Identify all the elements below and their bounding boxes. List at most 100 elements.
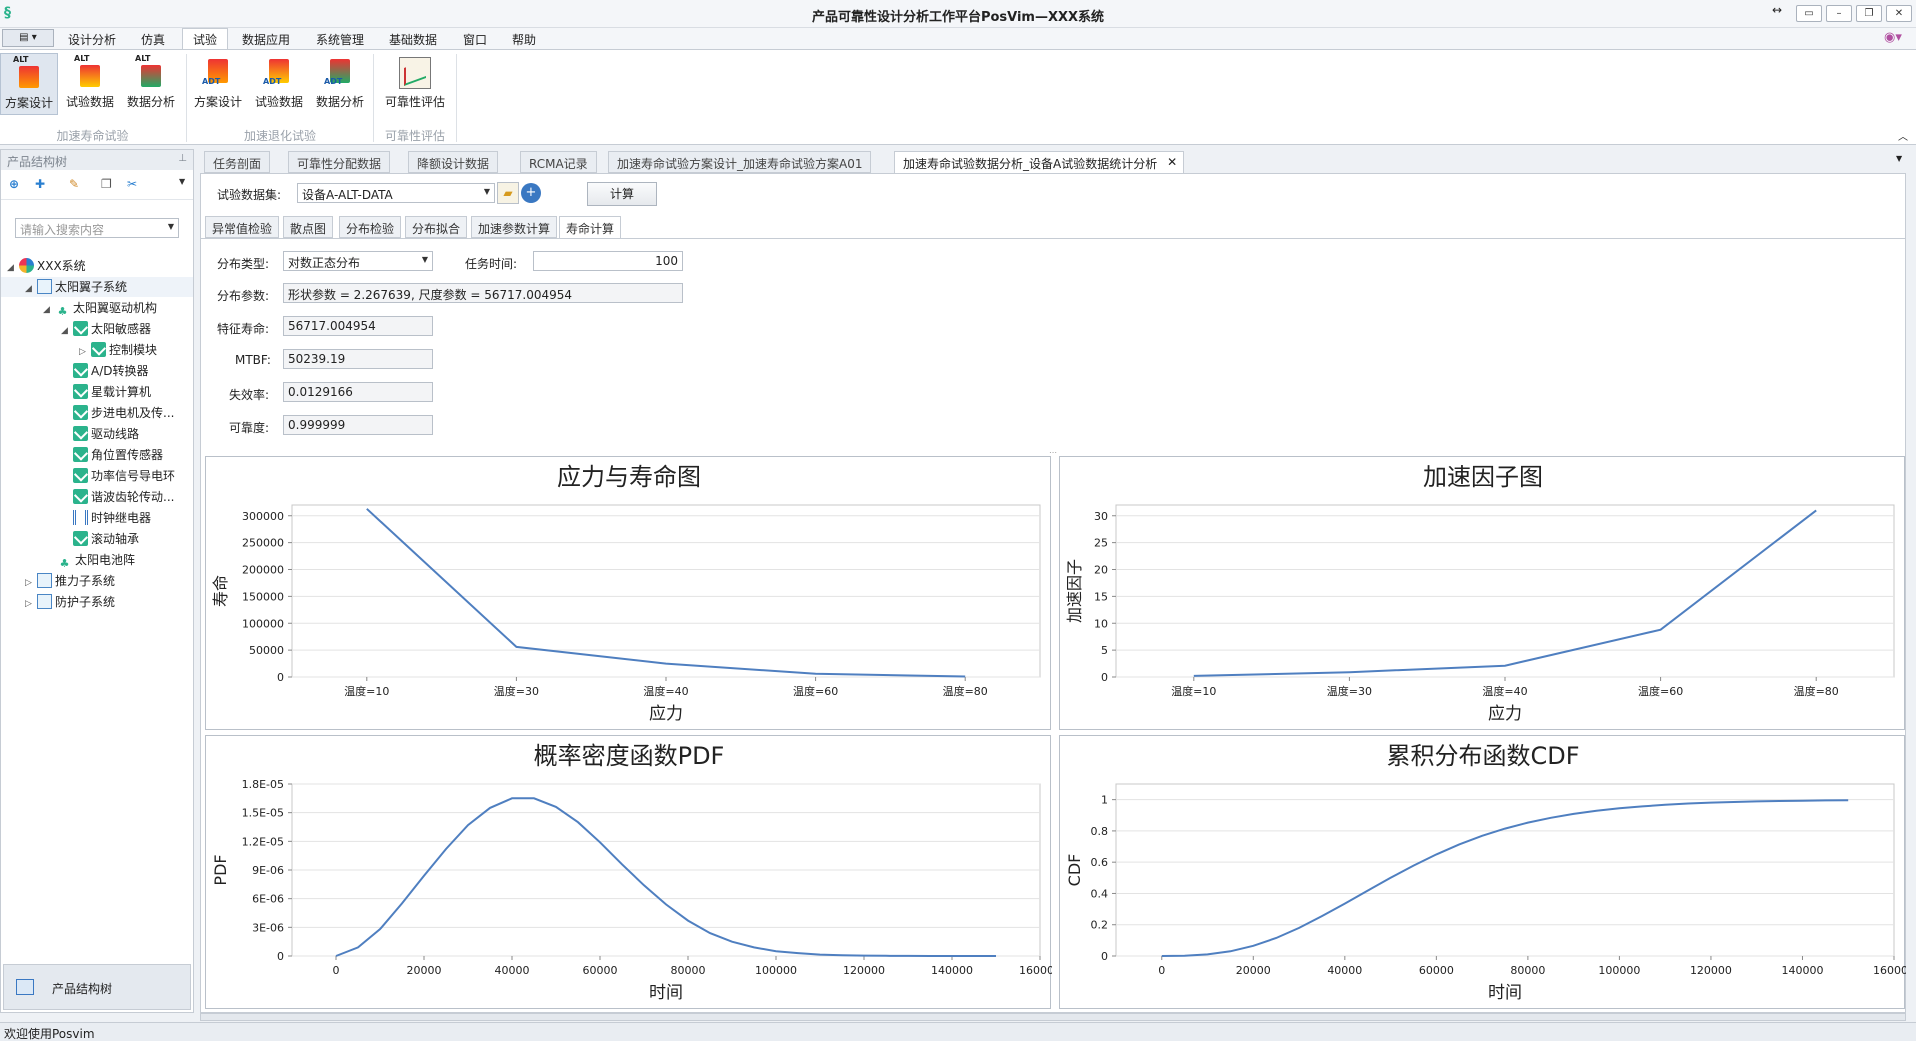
tree-node[interactable]: 步进电机及传...: [73, 403, 174, 423]
collapse-arrow-icon[interactable]: ◢: [7, 258, 19, 278]
ribbon-group-alt: 加速寿命试验: [56, 129, 129, 143]
tree-node[interactable]: 谐波齿轮传动...: [73, 487, 174, 507]
alt-plan-design-button[interactable]: ALT 方案设计: [0, 53, 58, 115]
x-axis-label: 应力: [649, 704, 683, 724]
mechanism-icon: ♣: [57, 305, 68, 318]
maximize-button[interactable]: ❐: [1856, 5, 1882, 22]
subtab-outlier-test[interactable]: 异常值检验: [205, 216, 280, 238]
x-tick-label: 温度=30: [1327, 684, 1372, 698]
reliability-assessment-button[interactable]: 可靠性评估: [378, 53, 452, 115]
resize-icon[interactable]: ↔: [1772, 3, 1782, 17]
expand-arrow-icon[interactable]: ▷: [25, 594, 37, 614]
edit-icon[interactable]: ✎: [69, 177, 85, 193]
chart-svg: 应力与寿命图应力 寿命 0 50000 100000 150000 200000 250000…: [211, 463, 1041, 724]
expand-arrow-icon[interactable]: ▷: [25, 573, 37, 593]
restore-icon[interactable]: ▭: [1796, 5, 1822, 22]
subtab-life-calc[interactable]: 寿命计算: [559, 216, 622, 239]
calculate-button[interactable]: 计算: [587, 182, 657, 206]
minimize-button[interactable]: –: [1826, 5, 1852, 22]
tree-node[interactable]: 星载计算机: [73, 382, 151, 402]
pin-icon[interactable]: ⊥: [178, 153, 187, 164]
add-child-icon[interactable]: ✚: [35, 177, 51, 193]
tree-node[interactable]: 时钟继电器: [73, 508, 151, 528]
tree-node[interactable]: ◢ 太阳敏感器: [61, 319, 151, 339]
dist-type-select[interactable]: 对数正态分布: [283, 251, 433, 271]
chart-title: 累积分布函数CDF: [1386, 742, 1579, 770]
y-tick-label: 6E-06: [252, 893, 284, 906]
add-dataset-icon[interactable]: +: [521, 183, 541, 203]
y-tick-label: 250000: [242, 537, 284, 550]
alt-test-data-button[interactable]: ALT 试验数据: [61, 53, 119, 115]
panel-switch-button[interactable]: 产品结构树: [3, 964, 191, 1010]
adt-data-analysis-button[interactable]: ADT 数据分析: [311, 53, 369, 115]
tab-alt-plan[interactable]: 加速寿命试验方案设计_加速寿命试验方案A01: [608, 151, 872, 173]
tab-list-icon[interactable]: ▼: [1896, 154, 1902, 163]
component-icon: [73, 363, 88, 378]
open-folder-icon[interactable]: ▰: [497, 182, 519, 204]
tree-search-input[interactable]: 请输入搜索内容: [15, 218, 179, 238]
horizontal-scrollbar[interactable]: [200, 1013, 1906, 1021]
tab-reliability-allocation[interactable]: 可靠性分配数据: [288, 151, 391, 173]
tab-derating-design[interactable]: 降额设计数据: [408, 151, 499, 173]
y-axis-label: 寿命: [211, 575, 230, 607]
tree-node[interactable]: 滚动轴承: [73, 529, 139, 549]
x-tick-label: 100000: [755, 964, 797, 977]
app-menu-button[interactable]: ▤ ▾: [2, 29, 54, 47]
collapse-arrow-icon[interactable]: ◢: [43, 300, 55, 320]
menu-simulation[interactable]: 仿真: [141, 31, 165, 48]
y-tick-label: 300000: [242, 510, 284, 523]
main-content: 试验数据集: 设备A-ALT-DATA ▰ + 计算 异常值检验 散点图 分布检…: [200, 173, 1906, 1013]
collapse-ribbon-icon[interactable]: ︿: [1898, 128, 1908, 143]
toolbar-overflow-icon[interactable]: ▼: [179, 177, 195, 193]
reliability-field: 0.999999: [283, 415, 433, 435]
alt-data-analysis-button[interactable]: ALT 数据分析: [122, 53, 180, 115]
copy-icon[interactable]: ❐: [101, 177, 117, 193]
tree-node[interactable]: ▷ 控制模块: [79, 340, 157, 360]
close-button[interactable]: ✕: [1886, 5, 1912, 22]
window-title: 产品可靠性设计分析工作平台PosVim—XXX系统: [811, 10, 1105, 25]
menu-help[interactable]: 帮助: [512, 31, 536, 48]
tab-mission-profile[interactable]: 任务剖面: [204, 151, 271, 173]
task-time-input[interactable]: 100: [533, 251, 683, 271]
tree-node[interactable]: 功率信号导电环: [73, 466, 175, 486]
tree-node[interactable]: A/D转换器: [73, 361, 149, 381]
menu-system-management[interactable]: 系统管理: [316, 31, 364, 48]
tree-node[interactable]: ◢ XXX系统: [7, 256, 86, 276]
subtab-distribution-test[interactable]: 分布检验: [339, 216, 402, 238]
component-icon: [73, 321, 88, 336]
menu-design-analysis[interactable]: 设计分析: [68, 31, 116, 48]
skin-icon[interactable]: ◉▾: [1884, 30, 1902, 45]
tree-node[interactable]: 驱动线路: [73, 424, 139, 444]
dataset-select[interactable]: 设备A-ALT-DATA: [297, 183, 495, 203]
tree-node[interactable]: 角位置传感器: [73, 445, 163, 465]
close-tab-icon[interactable]: ✕: [1167, 155, 1177, 169]
tree-node[interactable]: ◢ ♣ 太阳翼驱动机构: [43, 298, 157, 318]
subtab-distribution-fit[interactable]: 分布拟合: [405, 216, 468, 238]
subtab-scatter-plot[interactable]: 散点图: [283, 216, 334, 238]
plot-area: [291, 504, 1041, 678]
menu-test[interactable]: 试验: [182, 28, 229, 50]
x-tick-label: 温度=10: [1171, 684, 1216, 698]
expand-arrow-icon[interactable]: ▷: [79, 342, 91, 362]
collapse-arrow-icon[interactable]: ◢: [25, 279, 37, 299]
add-node-icon[interactable]: ⊕: [9, 177, 25, 193]
x-tick-label: 60000: [1419, 964, 1454, 977]
chart-title: 概率密度函数PDF: [534, 742, 725, 770]
tree-node[interactable]: ▷ 防护子系统: [25, 592, 115, 612]
menu-data-application[interactable]: 数据应用: [242, 31, 290, 48]
cut-icon[interactable]: ✂: [127, 177, 143, 193]
subtab-accel-params[interactable]: 加速参数计算: [471, 216, 558, 238]
tab-rcma-record[interactable]: RCMA记录: [520, 151, 597, 173]
tree-node[interactable]: ◢ 太阳翼子系统: [1, 277, 193, 297]
menu-window[interactable]: 窗口: [463, 31, 487, 48]
collapse-arrow-icon[interactable]: ◢: [61, 321, 73, 341]
adt-test-data-button[interactable]: ADT 试验数据: [250, 53, 308, 115]
dist-param-label: 分布参数:: [217, 289, 270, 303]
tree-node[interactable]: ▷ 推力子系统: [25, 571, 115, 591]
tree-node[interactable]: ♣ 太阳电池阵: [57, 550, 135, 570]
x-tick-label: 80000: [671, 964, 706, 977]
menu-basic-data[interactable]: 基础数据: [389, 31, 437, 48]
tab-alt-analysis[interactable]: 加速寿命试验数据分析_设备A试验数据统计分析 ✕: [894, 151, 1185, 174]
plot-area: [1115, 783, 1895, 957]
adt-plan-design-button[interactable]: ADT 方案设计: [189, 53, 247, 115]
